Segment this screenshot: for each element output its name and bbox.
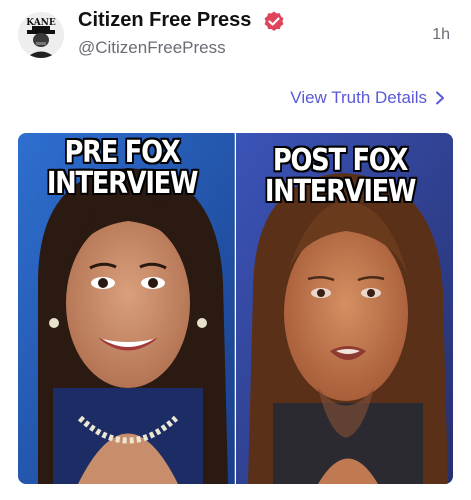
left-caption: PRE FOX INTERVIEW	[36, 137, 208, 199]
right-caption-text: POST FOX INTERVIEW	[264, 143, 417, 209]
view-truth-details-label: View Truth Details	[290, 88, 427, 107]
handle[interactable]: @CitizenFreePress	[78, 38, 226, 58]
avatar-image: KANE	[18, 12, 64, 58]
avatar[interactable]: KANE	[18, 12, 64, 58]
display-name[interactable]: Citizen Free Press	[78, 9, 251, 32]
post-image[interactable]: PRE FOX INTERVIEW POST FOX INTERVIEW	[18, 133, 453, 484]
right-caption: POST FOX INTERVIEW	[254, 145, 426, 207]
verified-badge-icon	[264, 11, 284, 31]
timestamp: 1h	[432, 26, 450, 43]
left-caption-text: PRE FOX INTERVIEW	[46, 135, 199, 201]
truth-post: KANE Citizen Free Press @CitizenFreePres…	[0, 0, 471, 500]
chevron-right-icon	[436, 91, 444, 105]
view-truth-details-link[interactable]: View Truth Details	[290, 88, 445, 108]
